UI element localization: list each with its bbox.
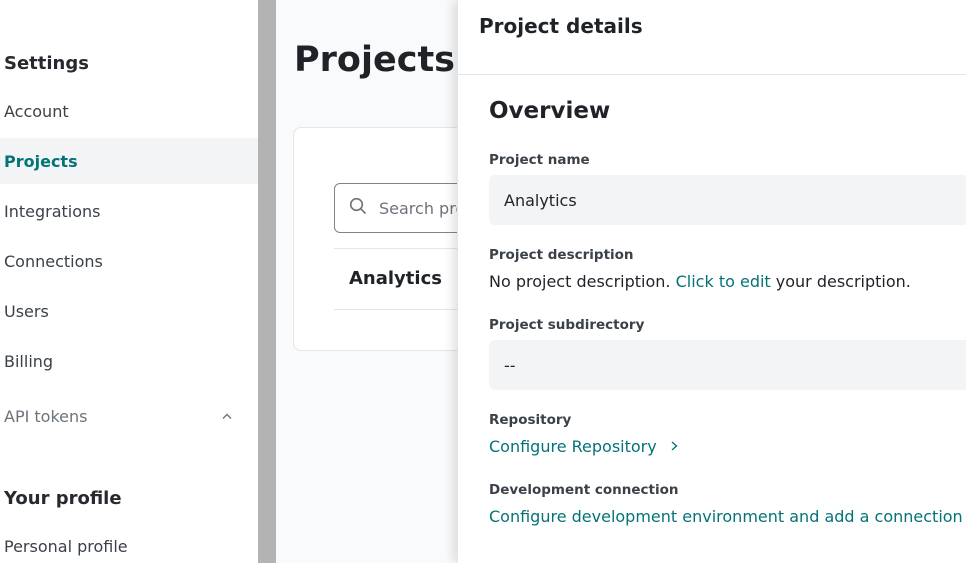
project-row-analytics[interactable]: Analytics	[349, 268, 442, 289]
configure-dev-environment-link[interactable]: Configure development environment and ad…	[489, 507, 966, 526]
settings-sidebar: Settings Account Projects Integrations C…	[0, 0, 260, 563]
project-description-text: No project description. Click to edit yo…	[489, 272, 911, 291]
sidebar-item-personal-profile[interactable]: Personal profile	[0, 523, 258, 563]
sidebar-item-label: Connections	[4, 251, 103, 271]
sidebar-item-account[interactable]: Account	[0, 88, 258, 134]
sidebar-item-users[interactable]: Users	[0, 288, 258, 334]
development-connection-label: Development connection	[489, 482, 679, 498]
project-name-value: Analytics	[504, 190, 577, 210]
project-name-label: Project name	[489, 152, 590, 168]
sidebar-item-label: Integrations	[4, 201, 101, 221]
sidebar-item-api-tokens[interactable]: API tokens	[0, 393, 258, 439]
sidebar-item-connections[interactable]: Connections	[0, 238, 258, 284]
search-icon	[349, 197, 367, 219]
description-prefix: No project description.	[489, 272, 671, 291]
panel-header: Project details	[458, 0, 966, 75]
settings-heading: Settings	[4, 53, 89, 74]
chevron-up-icon[interactable]	[222, 410, 232, 423]
sidebar-item-label: API tokens	[4, 406, 88, 426]
repository-label: Repository	[489, 412, 572, 428]
configure-dev-environment-label: Configure development environment and ad…	[489, 507, 963, 526]
project-subdirectory-field[interactable]: --	[489, 340, 966, 390]
project-subdirectory-value: --	[504, 355, 516, 375]
project-description-label: Project description	[489, 247, 634, 263]
sidebar-item-label: Account	[4, 101, 69, 121]
panel-title: Project details	[479, 14, 643, 38]
configure-repository-link[interactable]: Configure Repository	[489, 437, 678, 456]
sidebar-item-billing[interactable]: Billing	[0, 338, 258, 384]
project-subdirectory-label: Project subdirectory	[489, 317, 645, 333]
sidebar-item-label: Personal profile	[4, 536, 128, 556]
profile-heading: Your profile	[4, 488, 122, 509]
project-details-panel: Project details Overview Project name An…	[457, 0, 966, 563]
sidebar-item-label: Projects	[4, 151, 78, 171]
overview-heading: Overview	[489, 98, 611, 124]
page-title: Projects	[294, 40, 456, 80]
description-suffix: your description.	[775, 272, 911, 291]
chevron-right-icon	[671, 439, 678, 455]
edit-description-link[interactable]: Click to edit	[676, 272, 771, 291]
project-name-field[interactable]: Analytics	[489, 175, 966, 225]
sidebar-item-integrations[interactable]: Integrations	[0, 188, 258, 234]
configure-repository-label: Configure Repository	[489, 437, 657, 456]
sidebar-item-projects[interactable]: Projects	[0, 138, 258, 184]
sidebar-item-label: Users	[4, 301, 49, 321]
sidebar-item-label: Billing	[4, 351, 54, 371]
sidebar-resize-gutter[interactable]	[258, 0, 276, 563]
